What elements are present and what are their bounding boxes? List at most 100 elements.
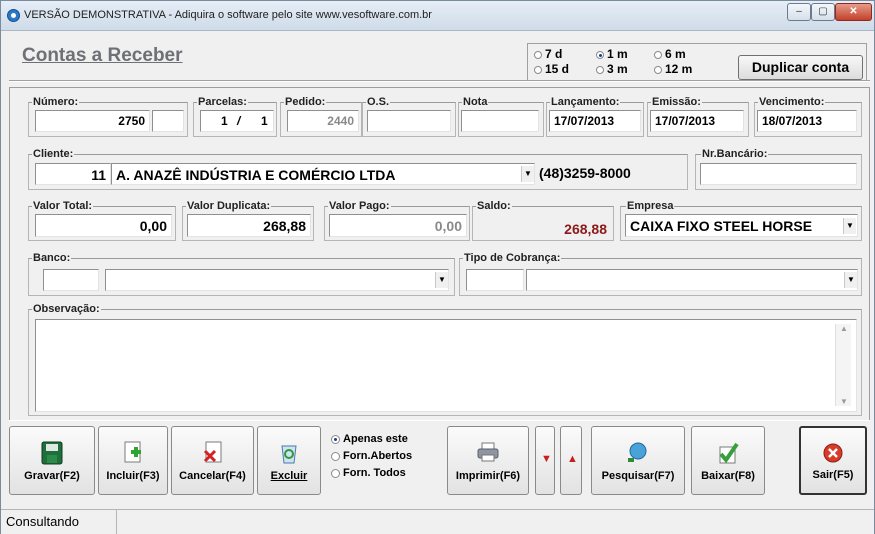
cliente-phone: (48)3259-8000 <box>539 165 631 181</box>
tipo-cobranca-code-field[interactable] <box>466 269 524 291</box>
nota-label: Nota <box>462 96 489 108</box>
maximize-button[interactable]: ▢ <box>811 3 835 21</box>
emissao-field[interactable]: 17/07/2013 <box>650 110 744 132</box>
banco-label: Banco: <box>32 252 72 264</box>
sair-button[interactable]: Sair(F5) <box>799 426 867 495</box>
period-15d[interactable]: 15 d <box>534 62 569 76</box>
valor-total-field[interactable]: 0,00 <box>35 214 172 237</box>
observacao-scrollbar[interactable]: ▲ ▼ <box>835 324 851 406</box>
saldo-value: 268,88 <box>564 221 607 237</box>
cliente-label: Cliente: <box>32 148 75 160</box>
period-1m[interactable]: 1 m <box>596 47 628 61</box>
cancel-document-icon <box>203 441 221 463</box>
nr-bancario-group: Nr.Bancário: <box>695 148 862 190</box>
parcela-number: 1 <box>221 114 228 128</box>
period-selector: 7 d 1 m 6 m 15 d 3 m 12 m Duplicar conta <box>527 43 867 81</box>
imprimir-button[interactable]: Imprimir(F6) <box>447 426 529 495</box>
cancelar-label: Cancelar(F4) <box>179 470 246 482</box>
scroll-up-icon[interactable]: ▲ <box>840 324 848 333</box>
numero-field[interactable]: 2750 <box>35 110 150 132</box>
period-6m[interactable]: 6 m <box>654 47 686 61</box>
vencimento-field[interactable]: 18/07/2013 <box>757 110 857 132</box>
pesquisar-button[interactable]: Pesquisar(F7) <box>591 426 685 495</box>
empresa-label: Empresa <box>626 200 675 212</box>
gravar-label: Gravar(F2) <box>24 470 80 482</box>
close-button[interactable]: ✕ <box>835 3 872 21</box>
search-icon <box>628 442 647 462</box>
duplicate-account-button[interactable]: Duplicar conta <box>738 55 863 80</box>
pedido-field[interactable]: 2440 <box>287 110 359 132</box>
lancamento-field[interactable]: 17/07/2013 <box>549 110 641 132</box>
observacao-textarea[interactable] <box>35 319 857 412</box>
numero-suffix-field[interactable] <box>152 110 184 132</box>
status-bar: Consultando <box>1 509 874 534</box>
status-text: Consultando <box>1 510 117 534</box>
radio-selected-icon <box>596 50 604 59</box>
chevron-down-icon[interactable]: ▼ <box>521 166 534 182</box>
empresa-select[interactable]: CAIXA FIXO STEEL HORSE <box>625 214 858 237</box>
cliente-code-field[interactable]: 11 <box>35 163 111 185</box>
incluir-label: Incluir(F3) <box>106 470 160 482</box>
scope-forn-todos[interactable]: Forn. Todos <box>331 467 412 484</box>
incluir-button[interactable]: Incluir(F3) <box>98 426 168 495</box>
os-field[interactable] <box>367 110 451 132</box>
nr-bancario-label: Nr.Bancário: <box>701 148 769 160</box>
pesquisar-label: Pesquisar(F7) <box>601 470 675 482</box>
pedido-label: Pedido: <box>284 96 327 108</box>
radio-icon <box>654 50 662 59</box>
valor-total-group: Valor Total: 0,00 <box>28 200 176 241</box>
period-3m[interactable]: 3 m <box>596 62 628 76</box>
toolbar-divider <box>9 420 870 421</box>
chevron-down-icon[interactable]: ▼ <box>435 272 448 288</box>
cancelar-button[interactable]: Cancelar(F4) <box>171 426 254 495</box>
empresa-group: Empresa CAIXA FIXO STEEL HORSE ▼ <box>620 200 862 241</box>
tipo-cobranca-select[interactable] <box>526 269 858 291</box>
scope-forn-abertos[interactable]: Forn.Abertos <box>331 450 412 467</box>
move-down-button[interactable]: ▼ <box>535 426 555 495</box>
minimize-button[interactable]: – <box>787 3 811 21</box>
nr-bancario-field[interactable] <box>700 163 857 185</box>
parcelas-field[interactable]: 1 / 1 <box>200 110 274 132</box>
period-12m[interactable]: 12 m <box>654 62 692 76</box>
sair-label: Sair(F5) <box>812 469 854 481</box>
period-7d[interactable]: 7 d <box>534 47 562 61</box>
add-document-icon <box>124 441 141 463</box>
move-up-button[interactable]: ▲ <box>560 426 582 495</box>
radio-icon <box>331 468 340 478</box>
valor-duplicata-group: Valor Duplicata: 268,88 <box>182 200 314 241</box>
scope-apenas-este[interactable]: Apenas este <box>331 433 412 450</box>
scroll-down-icon[interactable]: ▼ <box>840 397 848 406</box>
valor-duplicata-field[interactable]: 268,88 <box>187 214 311 237</box>
exit-icon <box>823 443 843 463</box>
cliente-select[interactable]: A. ANAZÊ INDÚSTRIA E COMÉRCIO LTDA <box>111 163 535 185</box>
checkmark-icon <box>719 442 739 464</box>
radio-icon <box>534 50 542 59</box>
parcela-total: 1 <box>261 114 268 128</box>
banco-code-field[interactable] <box>43 269 99 291</box>
arrow-down-icon: ▼ <box>541 453 552 465</box>
chevron-down-icon[interactable]: ▼ <box>844 272 857 288</box>
radio-icon <box>331 451 340 461</box>
saldo-label: Saldo: <box>476 200 512 212</box>
valor-total-label: Valor Total: <box>32 200 94 212</box>
radio-selected-icon <box>331 434 340 444</box>
nota-field[interactable] <box>461 110 539 132</box>
valor-pago-field[interactable]: 0,00 <box>329 214 467 237</box>
banco-select[interactable] <box>105 269 449 291</box>
lancamento-group: Lançamento: 17/07/2013 <box>546 96 644 137</box>
gravar-button[interactable]: Gravar(F2) <box>9 426 95 495</box>
window-title: VERSÃO DEMONSTRATIVA - Adiquira o softwa… <box>24 9 432 21</box>
observacao-label: Observação: <box>32 303 101 315</box>
baixar-label: Baixar(F8) <box>701 470 755 482</box>
chevron-down-icon[interactable]: ▼ <box>843 218 856 234</box>
nota-group: Nota <box>458 96 544 137</box>
os-label: O.S. <box>366 96 391 108</box>
recycle-bin-icon <box>281 445 297 464</box>
excluir-button[interactable]: Excluir <box>257 426 321 495</box>
vencimento-label: Vencimento: <box>758 96 826 108</box>
baixar-button[interactable]: Baixar(F8) <box>691 426 765 495</box>
observacao-group: Observação: ▲ ▼ <box>28 303 862 416</box>
form-frame: Número: 2750 Parcelas: 1 / 1 Pedido: 244… <box>9 87 870 421</box>
valor-pago-group: Valor Pago: 0,00 <box>324 200 470 241</box>
radio-icon <box>534 65 542 74</box>
